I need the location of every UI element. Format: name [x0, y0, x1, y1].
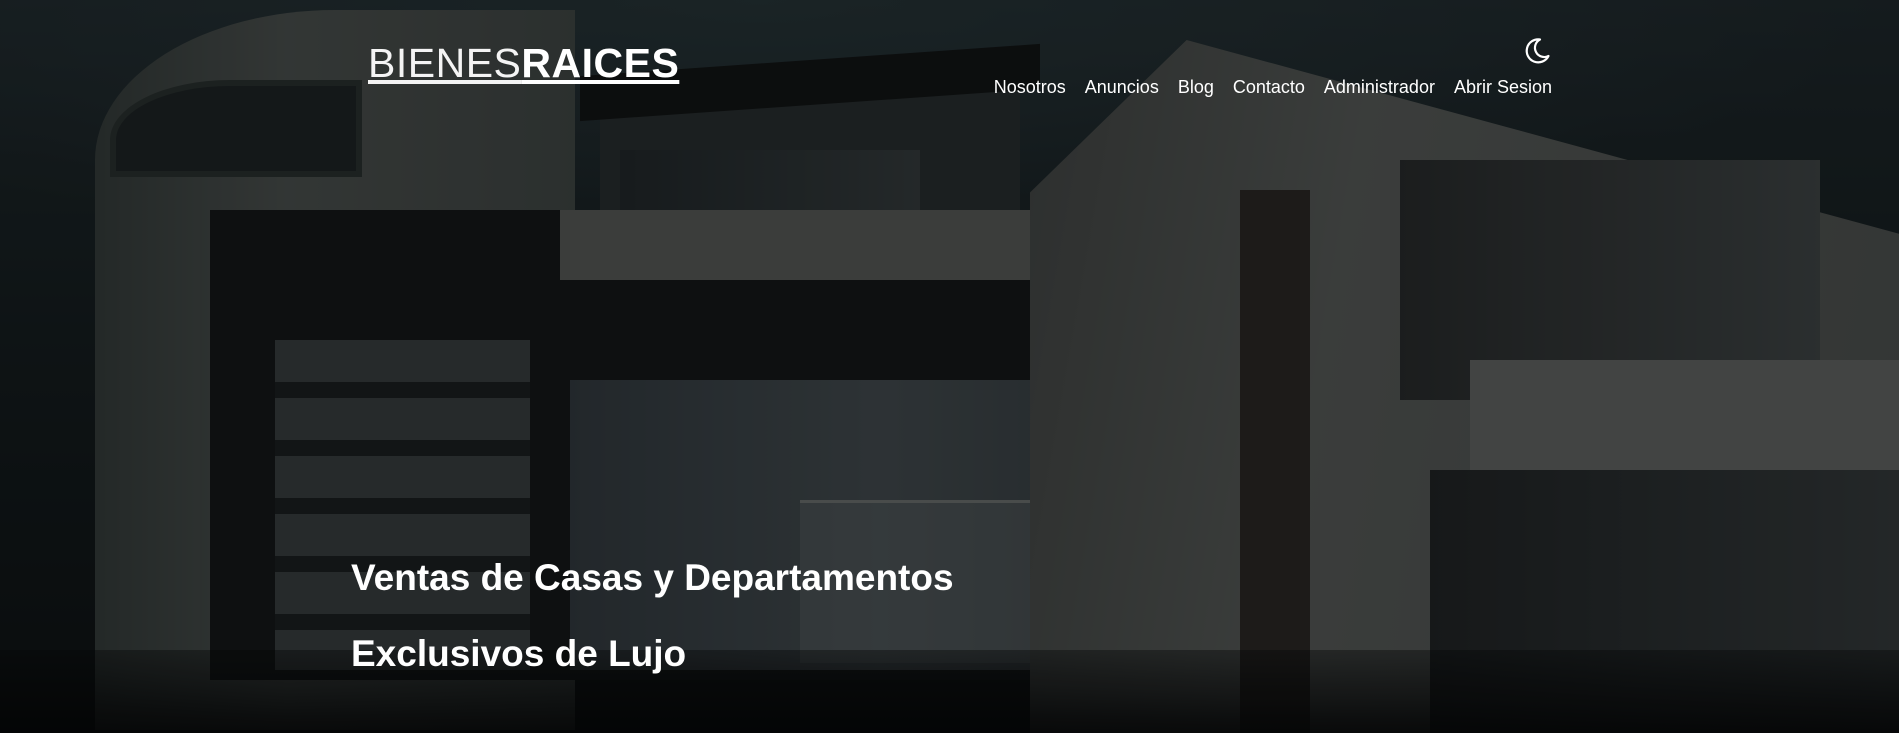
dark-mode-toggle[interactable] — [1522, 36, 1552, 66]
hero-title-line-2: Exclusivos de Lujo — [351, 633, 687, 674]
hero-section: BIENESRAICES Nosotros Anuncios Blog Cont… — [0, 0, 1899, 733]
nav-link-administrador[interactable]: Administrador — [1324, 76, 1435, 98]
logo-bold-text: RAICES — [521, 40, 680, 86]
moon-icon — [1525, 38, 1550, 64]
nav-link-anuncios[interactable]: Anuncios — [1085, 76, 1159, 98]
main-navigation: Nosotros Anuncios Blog Contacto Administ… — [994, 76, 1552, 98]
nav-link-blog[interactable]: Blog — [1178, 76, 1214, 98]
site-logo[interactable]: BIENESRAICES — [368, 38, 679, 88]
site-header: BIENESRAICES Nosotros Anuncios Blog Cont… — [0, 0, 1899, 120]
nav-link-abrir-sesion[interactable]: Abrir Sesion — [1454, 76, 1552, 98]
logo-light-text: BIENES — [368, 40, 522, 86]
nav-link-contacto[interactable]: Contacto — [1233, 76, 1305, 98]
hero-title-line-1: Ventas de Casas y Departamentos — [351, 557, 954, 598]
hero-title: Ventas de Casas y Departamentos Exclusiv… — [351, 540, 1251, 692]
nav-link-nosotros[interactable]: Nosotros — [994, 76, 1066, 98]
